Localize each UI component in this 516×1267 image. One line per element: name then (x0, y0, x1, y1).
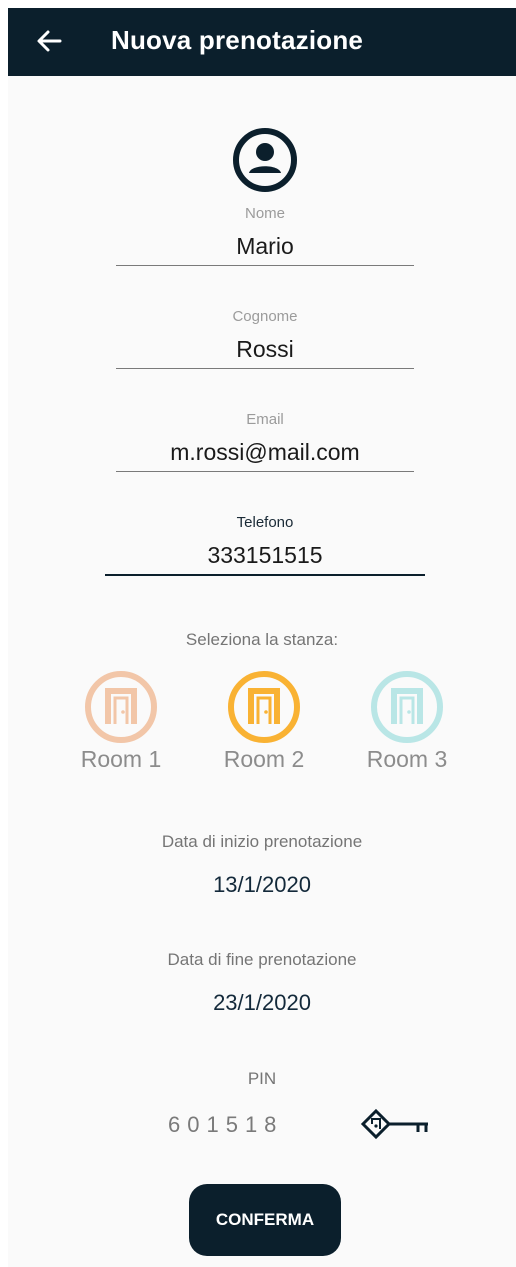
start-date-label: Data di inizio prenotazione (161, 832, 363, 851)
telefono-field: Telefono (105, 513, 425, 576)
door-icon (371, 671, 443, 743)
pin-label: PIN (247, 1069, 277, 1088)
room-3-option[interactable]: Room 3 (347, 670, 467, 773)
room-2-option[interactable]: Room 2 (204, 670, 324, 773)
door-icon (228, 671, 300, 743)
cognome-input[interactable] (116, 333, 414, 365)
room-1-option[interactable]: Room 1 (61, 670, 181, 773)
room-2-label: Room 2 (223, 746, 305, 772)
cognome-underline (116, 368, 414, 369)
account-circle-icon (233, 128, 297, 192)
telefono-input[interactable] (105, 539, 425, 571)
email-underline (116, 471, 414, 472)
telefono-underline (105, 574, 425, 576)
email-field: Email (116, 410, 414, 472)
page-title: Nuova prenotazione (111, 25, 364, 55)
room-3-label: Room 3 (366, 746, 448, 772)
nome-label: Nome (244, 205, 285, 222)
key-icon (360, 1108, 428, 1140)
confirm-button[interactable]: CONFERMA (189, 1184, 341, 1256)
door-icon (85, 671, 157, 743)
pin-value: 601518 (168, 1112, 284, 1137)
start-date-value[interactable]: 13/1/2020 (8, 872, 516, 898)
nome-input[interactable] (116, 230, 414, 262)
cognome-field: Cognome (116, 307, 414, 369)
nome-underline (116, 265, 414, 266)
room-1-label: Room 1 (80, 746, 162, 772)
booking-screen: Nuova prenotazione Nome Cognome Email Te… (8, 8, 516, 1267)
telefono-label: Telefono (236, 514, 294, 531)
app-bar: Nuova prenotazione (8, 8, 516, 76)
room-select-prompt: Seleziona la stanza: (185, 630, 339, 649)
arrow-left-icon[interactable] (34, 26, 64, 56)
email-input[interactable] (116, 436, 414, 468)
end-date-label: Data di fine prenotazione (167, 950, 357, 969)
email-label: Email (246, 411, 284, 428)
cognome-label: Cognome (232, 308, 298, 325)
nome-field: Nome (116, 204, 414, 266)
end-date-value[interactable]: 23/1/2020 (8, 990, 516, 1016)
